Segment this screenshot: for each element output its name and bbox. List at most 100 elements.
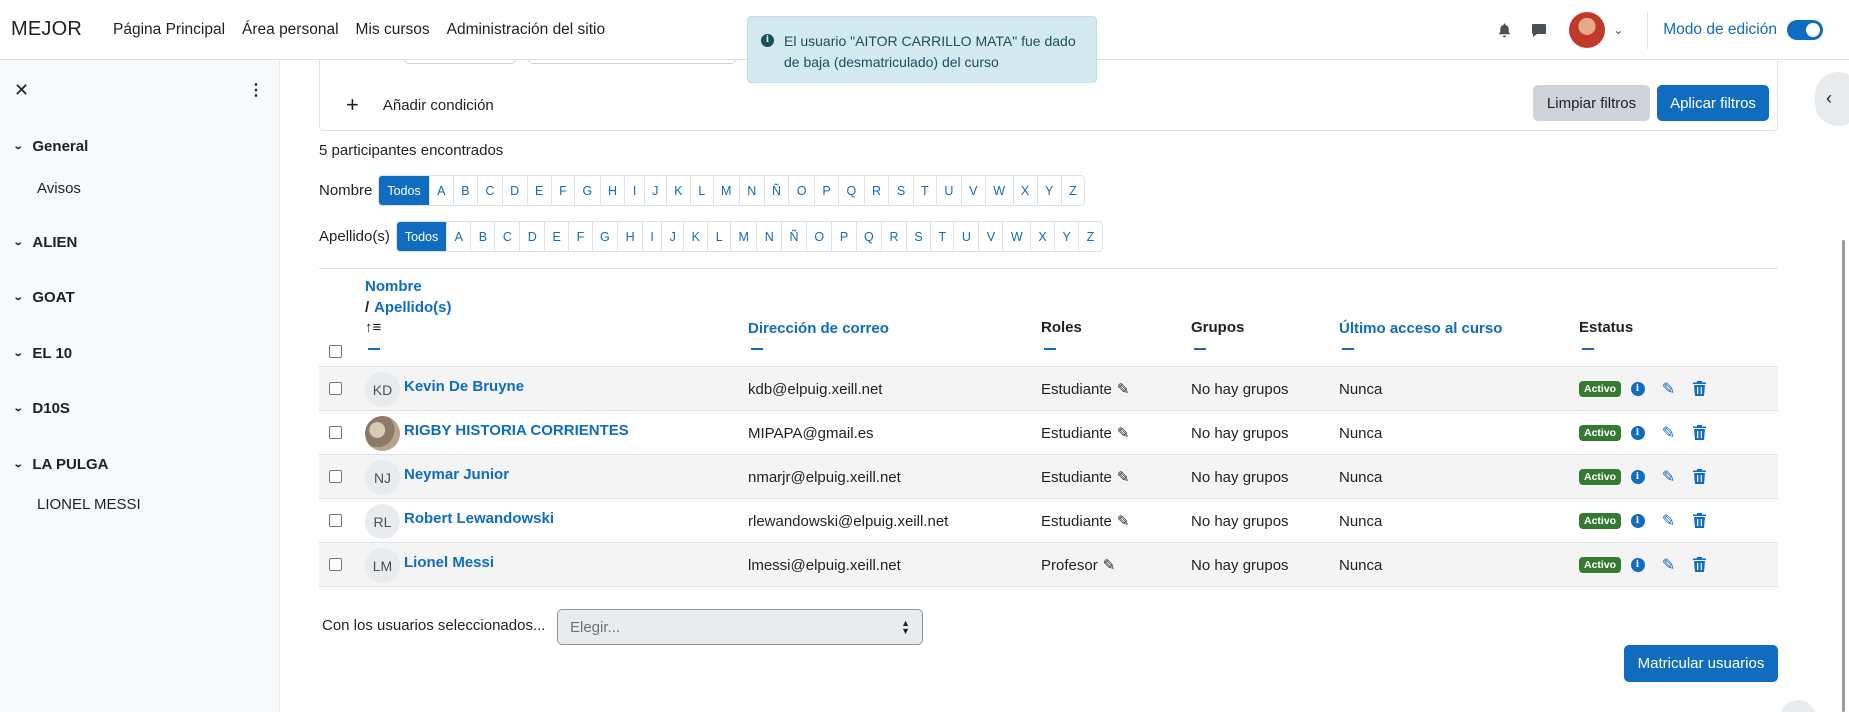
edit-enrolment-pencil-icon[interactable]: ✎: [1661, 513, 1676, 530]
first-name-initial-letter[interactable]: J: [643, 176, 666, 205]
last-name-initial-letter[interactable]: Q: [855, 222, 882, 251]
last-name-initial-letter[interactable]: O: [805, 222, 832, 251]
first-name-initial-letter[interactable]: V: [960, 176, 985, 205]
last-name-initial-letter[interactable]: G: [591, 222, 618, 251]
trash-icon[interactable]: [1692, 381, 1707, 396]
first-name-initial-letter[interactable]: G: [574, 176, 600, 205]
collapse-column-icon[interactable]: [1342, 348, 1354, 350]
last-name-initial-letter[interactable]: A: [446, 222, 470, 251]
last-name-initial-letter[interactable]: V: [978, 222, 1002, 251]
sort-email-link[interactable]: Dirección de correo: [748, 320, 889, 337]
collapse-column-icon[interactable]: [1194, 348, 1206, 350]
first-name-initial-letter[interactable]: A: [428, 176, 453, 205]
user-profile-link[interactable]: RIGBY HISTORIA CORRIENTES: [404, 422, 629, 439]
pencil-icon[interactable]: ✎: [1117, 468, 1130, 486]
user-profile-link[interactable]: Neymar Junior: [404, 466, 509, 483]
trash-icon[interactable]: [1692, 469, 1707, 484]
sidebar-item-lionel-messi[interactable]: LIONEL MESSI: [37, 496, 141, 513]
first-name-initial-letter[interactable]: T: [912, 176, 936, 205]
first-name-initial-letter[interactable]: D: [501, 176, 527, 205]
nav-link-my-courses[interactable]: Mis cursos: [356, 21, 430, 39]
sort-last-access-link[interactable]: Último acceso al curso: [1339, 320, 1502, 337]
trash-icon[interactable]: [1692, 557, 1707, 572]
notifications-bell-icon[interactable]: [1495, 21, 1513, 39]
sidebar-section-general[interactable]: ⌄ General: [13, 138, 89, 155]
first-name-initial-letter[interactable]: Ñ: [763, 176, 789, 205]
trash-icon[interactable]: [1692, 425, 1707, 440]
select-all-checkbox[interactable]: [329, 345, 342, 358]
first-name-initial-letter[interactable]: U: [935, 176, 961, 205]
last-name-initial-letter[interactable]: D: [519, 222, 544, 251]
last-name-initial-letter[interactable]: Y: [1054, 222, 1078, 251]
last-name-initial-letter[interactable]: L: [707, 222, 730, 251]
pencil-icon[interactable]: ✎: [1117, 512, 1130, 530]
nav-link-home[interactable]: Página Principal: [113, 21, 225, 39]
edit-enrolment-pencil-icon[interactable]: ✎: [1661, 469, 1676, 486]
enrolment-info-icon[interactable]: i: [1630, 469, 1645, 484]
last-name-initial-letter[interactable]: H: [617, 222, 642, 251]
last-name-initial-all[interactable]: Todos: [396, 222, 447, 251]
sidebar-section-la-pulga[interactable]: ⌄ LA PULGA: [13, 456, 109, 473]
last-name-initial-letter[interactable]: I: [641, 222, 661, 251]
last-name-initial-letter[interactable]: Ñ: [781, 222, 806, 251]
row-select-checkbox[interactable]: [329, 426, 342, 439]
last-name-initial-letter[interactable]: F: [568, 222, 591, 251]
enrolment-info-icon[interactable]: i: [1630, 425, 1645, 440]
collapse-column-icon[interactable]: [368, 348, 380, 350]
first-name-initial-letter[interactable]: Z: [1060, 176, 1084, 205]
last-name-initial-letter[interactable]: X: [1030, 222, 1054, 251]
enrolment-info-icon[interactable]: i: [1630, 381, 1645, 396]
sidebar-section-d10s[interactable]: ⌄ D10S: [13, 400, 70, 417]
first-name-initial-letter[interactable]: P: [813, 176, 838, 205]
block-drawer-toggle[interactable]: ‹: [1815, 72, 1849, 126]
last-name-initial-letter[interactable]: C: [494, 222, 519, 251]
user-profile-link[interactable]: Robert Lewandowski: [404, 510, 554, 527]
last-name-initial-letter[interactable]: S: [905, 222, 930, 251]
pencil-icon[interactable]: ✎: [1103, 556, 1116, 574]
clear-filters-button[interactable]: Limpiar filtros: [1533, 85, 1650, 121]
add-condition-button[interactable]: + Añadir condición: [346, 92, 494, 118]
collapse-column-icon[interactable]: [1044, 348, 1056, 350]
pencil-icon[interactable]: ✎: [1117, 424, 1130, 442]
page-scrollbar[interactable]: [1842, 240, 1845, 712]
enrol-users-button[interactable]: Matricular usuarios: [1624, 645, 1778, 682]
first-name-initial-letter[interactable]: W: [984, 176, 1013, 205]
first-name-initial-letter[interactable]: S: [888, 176, 912, 205]
first-name-initial-letter[interactable]: H: [599, 176, 625, 205]
edit-mode-toggle[interactable]: [1787, 20, 1823, 40]
first-name-initial-letter[interactable]: X: [1012, 176, 1037, 205]
collapse-column-icon[interactable]: [1582, 348, 1594, 350]
pencil-icon[interactable]: ✎: [1117, 380, 1130, 398]
last-name-initial-letter[interactable]: M: [730, 222, 756, 251]
first-name-initial-letter[interactable]: R: [863, 176, 889, 205]
sidebar-section-el-10[interactable]: ⌄ EL 10: [13, 345, 72, 362]
sidebar-item-avisos[interactable]: Avisos: [37, 180, 81, 197]
last-name-initial-letter[interactable]: R: [881, 222, 906, 251]
first-name-initial-letter[interactable]: M: [712, 176, 739, 205]
collapse-column-icon[interactable]: [751, 348, 763, 350]
sort-first-name-link[interactable]: Nombre: [365, 278, 422, 295]
first-name-initial-letter[interactable]: E: [526, 176, 551, 205]
edit-enrolment-pencil-icon[interactable]: ✎: [1661, 381, 1676, 398]
bulk-actions-select[interactable]: Elegir... ▲ ▼: [557, 609, 923, 645]
user-profile-link[interactable]: Kevin De Bruyne: [404, 378, 524, 395]
first-name-initial-letter[interactable]: I: [624, 176, 643, 205]
sidebar-section-goat[interactable]: ⌄ GOAT: [13, 289, 75, 306]
edit-enrolment-pencil-icon[interactable]: ✎: [1661, 425, 1676, 442]
first-name-initial-letter[interactable]: Q: [838, 176, 864, 205]
first-name-initial-all[interactable]: Todos: [379, 176, 429, 205]
trash-icon[interactable]: [1692, 513, 1707, 528]
row-select-checkbox[interactable]: [329, 514, 342, 527]
first-name-initial-letter[interactable]: C: [476, 176, 502, 205]
last-name-initial-letter[interactable]: P: [831, 222, 855, 251]
site-brand[interactable]: MEJOR: [11, 18, 82, 41]
first-name-initial-letter[interactable]: B: [452, 176, 477, 205]
last-name-initial-letter[interactable]: Z: [1078, 222, 1101, 251]
kebab-menu-icon[interactable]: ⋮: [248, 80, 264, 100]
last-name-initial-letter[interactable]: N: [756, 222, 781, 251]
first-name-initial-letter[interactable]: F: [550, 176, 574, 205]
messages-chat-icon[interactable]: [1530, 21, 1548, 39]
row-select-checkbox[interactable]: [329, 470, 342, 483]
apply-filters-button[interactable]: Aplicar filtros: [1657, 85, 1769, 121]
user-avatar-menu[interactable]: [1569, 12, 1606, 48]
